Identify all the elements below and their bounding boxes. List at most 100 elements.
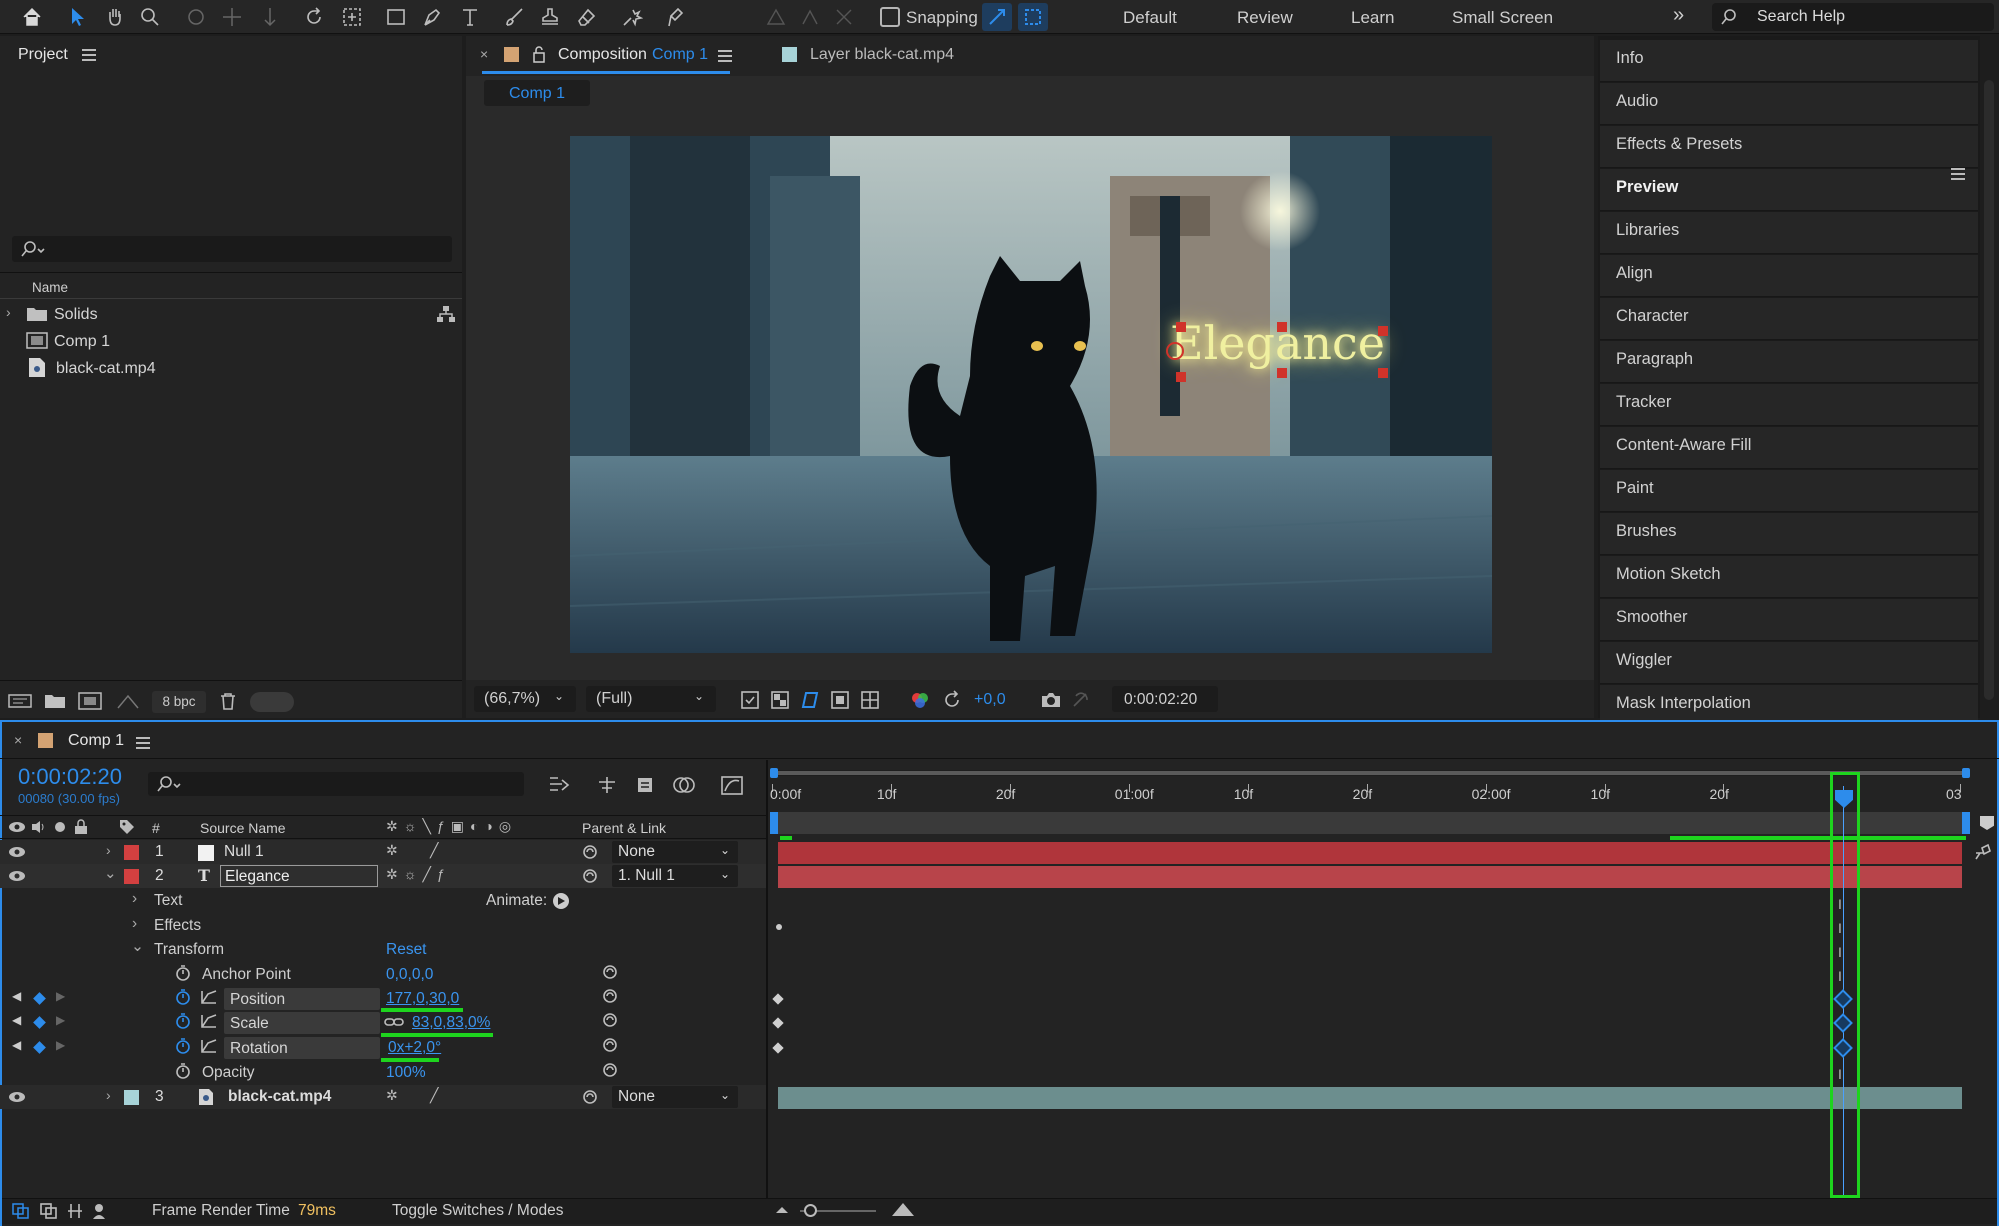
workspace-small-screen[interactable]: Small Screen <box>1452 8 1553 28</box>
timeline-search-input[interactable] <box>148 772 524 796</box>
stopwatch-active-icon[interactable] <box>174 1037 192 1055</box>
snapshot-camera-icon[interactable] <box>1040 690 1062 710</box>
previous-keyframe-icon[interactable]: ◀ <box>12 1013 21 1027</box>
panel-effects-presets[interactable]: Effects & Presets <box>1600 126 1978 168</box>
bounding-handle[interactable] <box>1277 322 1287 332</box>
eye-icon[interactable] <box>8 846 26 858</box>
hide-shy-layers-icon[interactable] <box>634 774 656 796</box>
layer-label-color[interactable] <box>124 1090 139 1105</box>
panel-tracker[interactable]: Tracker <box>1600 384 1978 426</box>
composition-viewer[interactable]: Elegance <box>570 136 1492 653</box>
selection-tool-icon[interactable] <box>64 4 92 30</box>
panel-paragraph[interactable]: Paragraph <box>1600 341 1978 383</box>
layer-row-elegance[interactable]: ⌄ 2 T Elegance ✲☼╱ƒ 1. Null 1 ⌄ <box>0 864 766 888</box>
layer-name[interactable]: black-cat.mp4 <box>228 1088 331 1106</box>
quality-switch-icon[interactable]: ╱ <box>430 842 438 859</box>
puppet-tool-icon[interactable] <box>660 4 688 30</box>
stopwatch-active-icon[interactable] <box>174 1012 192 1030</box>
footage-layer-bar[interactable] <box>778 1087 1962 1109</box>
lock-header-icon[interactable] <box>74 819 88 835</box>
panel-motion-sketch[interactable]: Motion Sketch <box>1600 556 1978 598</box>
current-time-display[interactable]: 0:00:02:20 <box>1112 686 1218 712</box>
mask-visibility-icon[interactable] <box>800 690 820 710</box>
panel-info[interactable]: Info <box>1600 40 1978 82</box>
layer-switches[interactable]: ✲☼╱ƒ <box>386 866 451 883</box>
quality-switch-icon[interactable]: ╱ <box>430 1087 438 1104</box>
current-time[interactable]: 0:00:02:20 <box>18 764 122 790</box>
shy-switch-icon[interactable]: ✲ <box>386 842 398 859</box>
eraser-tool-icon[interactable] <box>572 4 600 30</box>
anchor-point-handle[interactable] <box>1166 342 1184 360</box>
flowchart-icon[interactable] <box>436 305 456 323</box>
graph-editor-icon[interactable] <box>720 774 744 796</box>
navigator-end-handle[interactable] <box>1962 812 1970 834</box>
world-axis-icon[interactable] <box>830 4 858 30</box>
video-toggle-header-icon[interactable] <box>8 820 26 834</box>
chevron-right-icon[interactable]: › <box>132 915 137 933</box>
stopwatch-active-icon[interactable] <box>174 988 192 1006</box>
brush-tool-icon[interactable] <box>500 4 528 30</box>
scale-value[interactable]: 83,0,83,0% <box>412 1014 490 1032</box>
time-navigator[interactable] <box>770 812 1970 834</box>
chevron-right-icon[interactable]: › <box>132 890 137 908</box>
reset-exposure-icon[interactable] <box>942 690 962 710</box>
eye-icon[interactable] <box>8 870 26 882</box>
pick-whip-icon[interactable] <box>602 1062 618 1078</box>
panel-libraries[interactable]: Libraries <box>1600 212 1978 254</box>
hand-tool-icon[interactable] <box>101 4 129 30</box>
property-scale[interactable]: Scale <box>224 1012 380 1034</box>
timeline-zoom-thumb[interactable] <box>804 1204 817 1217</box>
parent-dropdown[interactable]: None ⌄ <box>612 1086 738 1108</box>
text-layer-bar[interactable] <box>778 866 1962 888</box>
more-workspaces-icon[interactable]: » <box>1673 4 1684 27</box>
trash-icon[interactable] <box>218 691 238 711</box>
layer-label-color[interactable] <box>124 869 139 884</box>
bounding-handle[interactable] <box>1378 326 1388 336</box>
pick-whip-icon[interactable] <box>602 1037 618 1053</box>
close-tab-icon[interactable]: × <box>14 732 22 748</box>
resolution-dropdown[interactable]: (Full) ⌄ <box>586 686 716 712</box>
panel-audio[interactable]: Audio <box>1600 83 1978 125</box>
new-folder-icon[interactable] <box>44 692 66 710</box>
preview-menu-icon[interactable] <box>1951 168 1965 180</box>
pick-whip-icon[interactable] <box>602 964 618 980</box>
layer-label-color[interactable] <box>124 845 139 860</box>
layer-viewer-tab[interactable]: Layer black-cat.mp4 <box>810 46 954 64</box>
frame-blending-icon[interactable] <box>672 774 696 796</box>
comp-menu-icon[interactable] <box>718 50 732 62</box>
close-tab-icon[interactable]: × <box>480 46 488 62</box>
transfer-controls-icon[interactable] <box>40 1203 58 1219</box>
zoom-out-icon[interactable] <box>774 1203 790 1217</box>
layer-row-footage[interactable]: › 3 black-cat.mp4 ✲ ╱ None ⌄ <box>0 1085 766 1109</box>
zoom-tool-icon[interactable] <box>136 4 164 30</box>
home-icon[interactable] <box>18 4 46 30</box>
roto-brush-icon[interactable] <box>618 4 646 30</box>
next-keyframe-icon[interactable]: ▶ <box>56 1038 65 1052</box>
transparency-grid-icon[interactable] <box>770 690 790 710</box>
clone-stamp-icon[interactable] <box>536 4 564 30</box>
pan-behind-icon[interactable] <box>338 4 366 30</box>
rotation-value[interactable]: 0x+2,0° <box>388 1039 441 1057</box>
next-keyframe-icon[interactable]: ▶ <box>56 989 65 1003</box>
bounding-handle[interactable] <box>1176 322 1186 332</box>
layer-switches-toggle-icon[interactable] <box>12 1203 30 1219</box>
chevron-right-icon[interactable]: › <box>106 842 111 858</box>
rectangle-tool-icon[interactable] <box>382 4 410 30</box>
panel-wiggler[interactable]: Wiggler <box>1600 642 1978 684</box>
project-menu-icon[interactable] <box>82 49 96 61</box>
pen-tool-icon[interactable] <box>418 4 446 30</box>
chevron-down-icon[interactable]: ⌄ <box>131 937 144 956</box>
panel-smoother[interactable]: Smoother <box>1600 599 1978 641</box>
project-settings-icon[interactable] <box>116 692 140 710</box>
lock-icon[interactable] <box>532 45 546 63</box>
dolly-camera-icon[interactable] <box>256 4 284 30</box>
region-of-interest-icon[interactable] <box>830 690 850 710</box>
composition-tab-name[interactable]: Comp 1 <box>652 46 708 64</box>
exposure-value[interactable]: +0,0 <box>974 691 1006 709</box>
label-tag-icon[interactable] <box>118 818 136 836</box>
type-tool-icon[interactable] <box>456 4 484 30</box>
solo-header-icon[interactable] <box>55 822 65 832</box>
navigator-start-handle[interactable] <box>770 812 778 834</box>
right-panel-scrollbar[interactable] <box>1984 80 1994 700</box>
opacity-value[interactable]: 100% <box>386 1064 426 1082</box>
